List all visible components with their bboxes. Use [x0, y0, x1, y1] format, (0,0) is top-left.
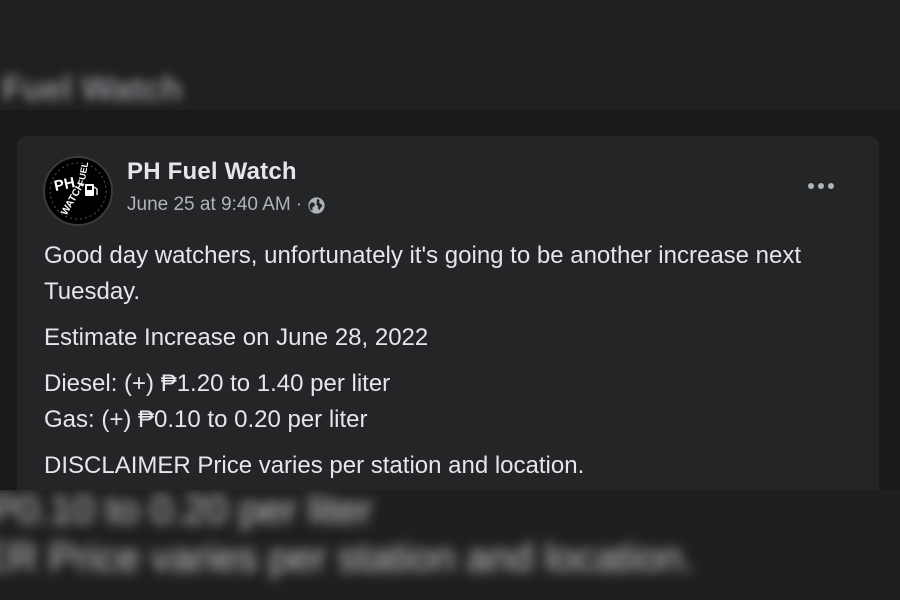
blurred-background-top: Fuel Watch: [0, 0, 900, 110]
post-timestamp[interactable]: June 25 at 9:40 AM: [127, 194, 291, 216]
more-horizontal-icon: [808, 183, 834, 189]
blurred-disclaimer-text: ER Price varies per station and location…: [0, 536, 694, 580]
ph-fuel-watch-logo: PH FUEL WATCH: [46, 159, 110, 223]
post-intro-text: Good day watchers, unfortunately it's go…: [44, 242, 802, 305]
gas-price-text: Gas: (+) ₱0.10 to 0.20 per liter: [44, 406, 368, 433]
disclaimer-text: DISCLAIMER Price varies per station and …: [44, 452, 585, 479]
blurred-background-bottom: P0.10 to 0.20 per liter ER Price varies …: [0, 490, 900, 600]
blurred-price-text: P0.10 to 0.20 per liter: [0, 490, 373, 532]
post-card: PH FUEL WATCH PH Fuel Watch June 25 at 9…: [17, 136, 879, 490]
price-list: Diesel: (+) ₱1.20 to 1.40 per liter Gas:…: [44, 366, 844, 438]
post-meta: June 25 at 9:40 AM ·: [127, 194, 326, 216]
meta-separator: ·: [295, 194, 303, 215]
post-body: Good day watchers, unfortunately it's go…: [44, 238, 844, 490]
post-estimate-text: Estimate Increase on June 28, 2022: [44, 324, 429, 351]
page-avatar[interactable]: PH FUEL WATCH: [43, 156, 113, 226]
blurred-header-text: Fuel Watch: [2, 70, 183, 108]
page-name-link[interactable]: PH Fuel Watch: [127, 158, 297, 186]
screenshot-stage: Fuel Watch P0.10 to 0.20 per liter ER Pr…: [0, 0, 900, 600]
more-options-button[interactable]: [803, 174, 839, 198]
globe-icon[interactable]: [307, 196, 326, 215]
diesel-price-text: Diesel: (+) ₱1.20 to 1.40 per liter: [44, 370, 391, 397]
